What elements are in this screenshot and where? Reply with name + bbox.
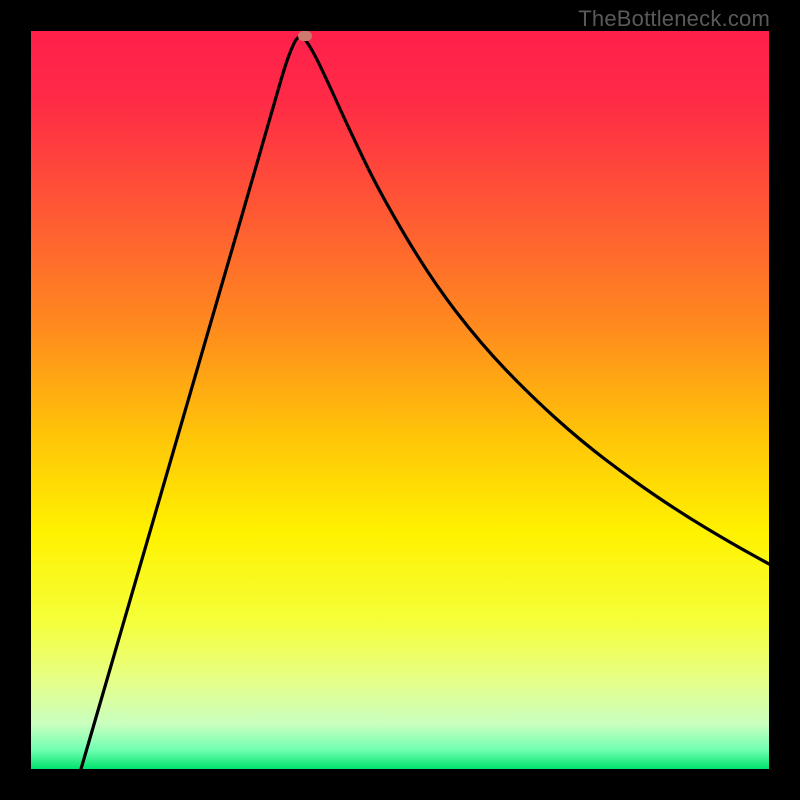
optimal-point-marker (298, 31, 312, 41)
chart-frame: TheBottleneck.com (0, 0, 800, 800)
chart-svg (31, 31, 769, 769)
plot-area (31, 31, 769, 769)
watermark-label: TheBottleneck.com (578, 6, 770, 32)
gradient-background (31, 31, 769, 769)
